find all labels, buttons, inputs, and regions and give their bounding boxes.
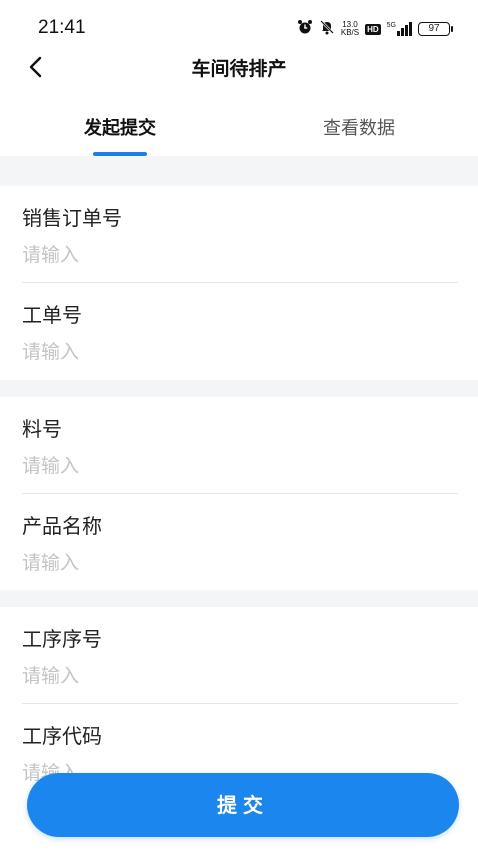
form-field-work-order-no: 工单号 [0, 283, 478, 380]
field-label: 产品名称 [22, 514, 102, 538]
battery-icon: 97 [418, 22, 453, 36]
field-label: 工序序号 [22, 627, 102, 651]
field-label: 工序代码 [22, 724, 102, 748]
tab-bar: 发起提交 查看数据 [0, 100, 478, 156]
mute-icon [319, 19, 335, 39]
tab-view-data[interactable]: 查看数据 [300, 114, 418, 140]
process-seq-no-input[interactable] [22, 661, 458, 691]
submit-button[interactable]: 提交 [27, 773, 459, 837]
form-field-part-no: 料号 [0, 397, 478, 494]
section-divider [0, 156, 478, 186]
section-divider [0, 590, 478, 607]
hd-icon: HD [365, 23, 381, 35]
back-button[interactable] [18, 52, 54, 82]
signal-icon: 5G [387, 22, 412, 36]
field-label: 工单号 [22, 303, 82, 327]
page-title: 车间待排产 [191, 58, 287, 80]
nav-bar: 车间待排产 [0, 44, 478, 90]
part-no-input[interactable] [22, 451, 458, 481]
status-bar: 21:41 13.0 KB/S HD 5G 97 [0, 0, 478, 44]
sales-order-no-input[interactable] [22, 240, 458, 270]
product-name-input[interactable] [22, 548, 458, 578]
network-speed: 13.0 KB/S [340, 20, 360, 37]
form-field-product-name: 产品名称 [0, 494, 478, 591]
status-icons: 13.0 KB/S HD 5G 97 [297, 19, 453, 39]
chevron-left-icon [29, 56, 42, 78]
field-label: 料号 [22, 417, 62, 441]
work-order-no-input[interactable] [22, 337, 458, 367]
alarm-icon [297, 19, 313, 39]
form-field-process-seq-no: 工序序号 [0, 607, 478, 704]
status-time: 21:41 [38, 17, 86, 38]
tab-submit[interactable]: 发起提交 [80, 114, 160, 140]
section-divider [0, 380, 478, 397]
field-label: 销售订单号 [22, 206, 122, 230]
form-field-sales-order-no: 销售订单号 [0, 186, 478, 283]
